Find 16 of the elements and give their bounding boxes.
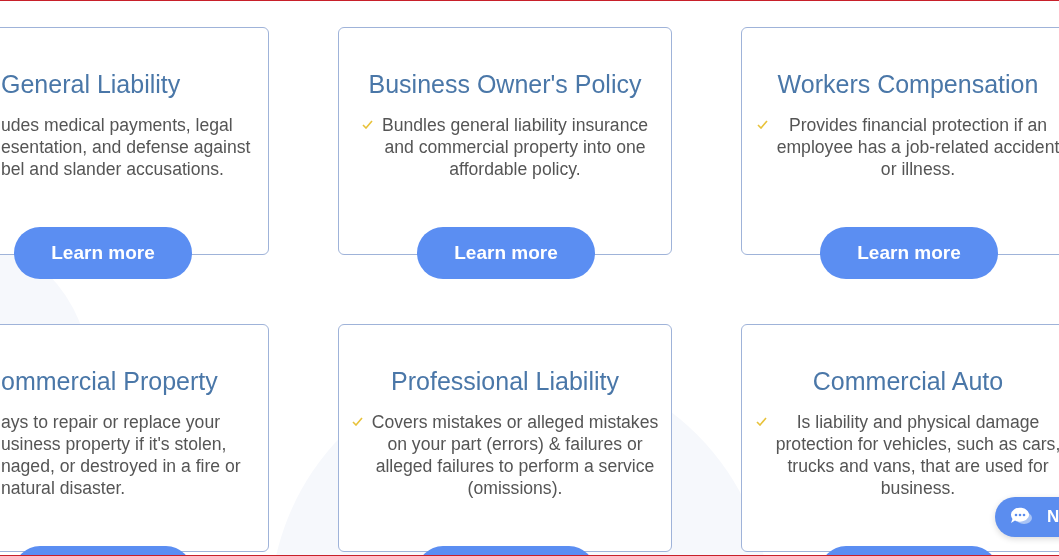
card-title: General Liability [1, 69, 181, 99]
learn-more-button[interactable]: Learn more [14, 227, 192, 279]
card-title: Business Owner's Policy [367, 69, 643, 99]
card-description: Is liability and physical damage protection for vehicles, such as cars, trucks and vans, that are used for business. [775, 411, 1059, 499]
learn-more-button[interactable]: Learn more [417, 227, 595, 279]
card-description: udes medical payments, legal esentation, and defense against bel and slander accusations. [1, 114, 252, 180]
card-title: Commercial Auto [811, 366, 1005, 396]
card-description: Bundles general liability insurance and commercial property into one affordable policy. [382, 114, 648, 180]
card-description: ays to repair or replace your usiness property if it's stolen, naged, or destroyed in a fire or natural disaster. [1, 411, 242, 499]
learn-more-button[interactable]: Learn more [820, 227, 998, 279]
card-title: Professional Liability [390, 366, 620, 396]
card-description: Covers mistakes or alleged mistakes on your part (errors) & failures or alleged failures to perform a service (omissions). [371, 411, 659, 499]
card-title: Workers Compensation [776, 69, 1040, 99]
card-title: ommercial Property [1, 366, 218, 396]
card-description: Provides financial protection if an employee has a job-related accident or illness. [776, 114, 1059, 180]
chat-button[interactable]: N [995, 497, 1059, 537]
